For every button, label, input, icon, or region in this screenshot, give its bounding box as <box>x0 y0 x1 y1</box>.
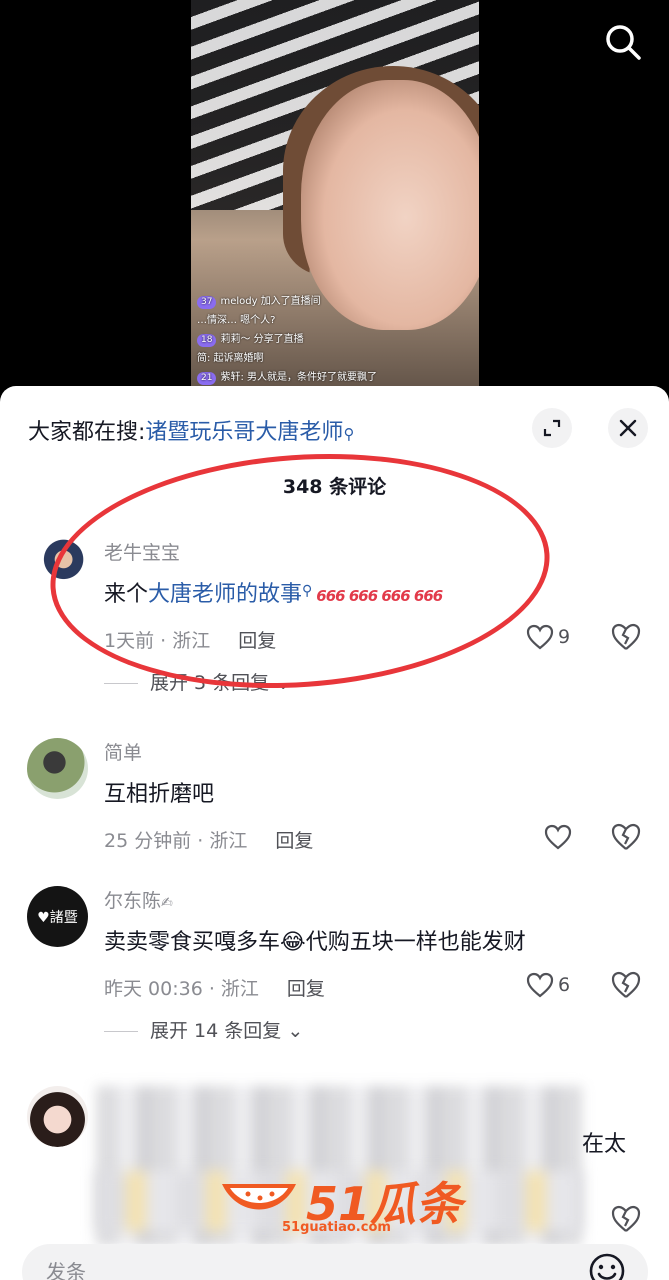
dislike-heart-icon[interactable] <box>610 1204 642 1234</box>
dislike-heart-icon[interactable] <box>610 970 642 1000</box>
live-chat-message: 37 melody 加入了直播间 <box>197 292 437 311</box>
expand-icon <box>543 419 561 437</box>
comment-meta: 昨天 00:36 · 浙江 回复 <box>104 978 325 1000</box>
divider-line <box>104 683 138 684</box>
chevron-down-icon: ⌄ <box>275 672 292 694</box>
divider-line <box>104 1031 138 1032</box>
live-chat-message: 21 紫轩: 男人就是，条件好了就要飘了 <box>197 368 437 387</box>
emoji-666: 666 666 666 666 <box>316 587 443 605</box>
like-count: 9 <box>558 626 571 648</box>
heart-icon <box>544 824 572 850</box>
comment-input-placeholder: 发条 <box>46 1260 86 1280</box>
heart-icon <box>526 972 554 998</box>
dislike-heart-icon[interactable] <box>610 622 642 652</box>
avatar[interactable] <box>27 738 88 799</box>
like-button[interactable] <box>544 822 604 852</box>
close-icon <box>619 419 637 437</box>
search-mini-icon: ⚲ <box>343 425 355 443</box>
like-button[interactable]: 9 <box>526 622 586 652</box>
comment-search-keyword[interactable]: 大唐老师的故事 <box>148 582 302 607</box>
comment-username[interactable]: 简单 <box>104 738 142 765</box>
comment-username[interactable]: 尔东陈✍ <box>104 886 173 913</box>
live-video-frame[interactable]: 37 melody 加入了直播间 …情深… 嗯个人? 18 莉莉～ 分享了直播 简:… <box>191 0 479 400</box>
comment-meta: 1天前 · 浙江 回复 <box>104 630 277 652</box>
reply-button[interactable]: 回复 <box>238 630 276 652</box>
watermark: 51瓜条 51guatiao.com <box>218 1168 462 1238</box>
search-icon[interactable] <box>603 22 643 62</box>
expand-button[interactable] <box>532 408 572 448</box>
close-button[interactable] <box>608 408 648 448</box>
avatar[interactable] <box>27 538 88 599</box>
comment-meta: 25 分钟前 · 浙江 回复 <box>104 830 314 852</box>
comment-text: 卖卖零食买嘎多车😂代购五块一样也能发财 <box>104 930 526 955</box>
live-chat-message: …情深… 嗯个人? <box>197 315 276 326</box>
heart-icon <box>526 624 554 650</box>
like-count: 6 <box>558 974 571 996</box>
live-chat-message: 简: 起诉离婚啊 <box>197 353 264 364</box>
comment-sheet: 大家都在搜:诸暨玩乐哥大唐老师⚲ 348 条评论 老牛宝宝 来个大唐老师的故事⚲… <box>0 386 669 1280</box>
avatar[interactable] <box>27 1086 88 1147</box>
emoji-icon[interactable] <box>588 1252 626 1280</box>
expand-replies[interactable]: 展开 3 条回复 ⌄ <box>104 668 291 695</box>
live-video-area[interactable]: 37 melody 加入了直播间 …情深… 嗯个人? 18 莉莉～ 分享了直播 简:… <box>0 0 669 400</box>
comment-count: 348 条评论 <box>282 476 387 498</box>
search-mini-icon: ⚲ <box>302 583 313 599</box>
trending-search-hint[interactable]: 大家都在搜:诸暨玩乐哥大唐老师⚲ <box>28 414 354 446</box>
dislike-heart-icon[interactable] <box>610 822 642 852</box>
avatar[interactable]: ♥諸暨 <box>27 886 88 947</box>
chevron-down-icon: ⌄ <box>287 1020 304 1042</box>
comment-text: 互相折磨吧 <box>104 782 215 807</box>
pen-icon: ✍ <box>161 895 173 911</box>
comment-input[interactable]: 发条 <box>22 1244 648 1280</box>
reply-button[interactable]: 回复 <box>275 830 313 852</box>
comment-text: 来个大唐老师的故事⚲ 666 666 666 666 <box>104 582 443 607</box>
watermelon-logo-icon <box>222 1184 296 1210</box>
comment-text-tail: 在太 <box>582 1132 627 1157</box>
live-chat-messages: 37 melody 加入了直播间 …情深… 嗯个人? 18 莉莉～ 分享了直播 简:… <box>197 292 437 387</box>
expand-replies[interactable]: 展开 14 条回复 ⌄ <box>104 1016 303 1043</box>
comment-username[interactable]: 老牛宝宝 <box>104 538 180 565</box>
like-button[interactable]: 6 <box>526 970 586 1000</box>
live-chat-message: 18 莉莉～ 分享了直播 <box>197 330 437 349</box>
trending-search-keyword[interactable]: 诸暨玩乐哥大唐老师 <box>145 420 343 445</box>
reply-button[interactable]: 回复 <box>287 978 325 1000</box>
